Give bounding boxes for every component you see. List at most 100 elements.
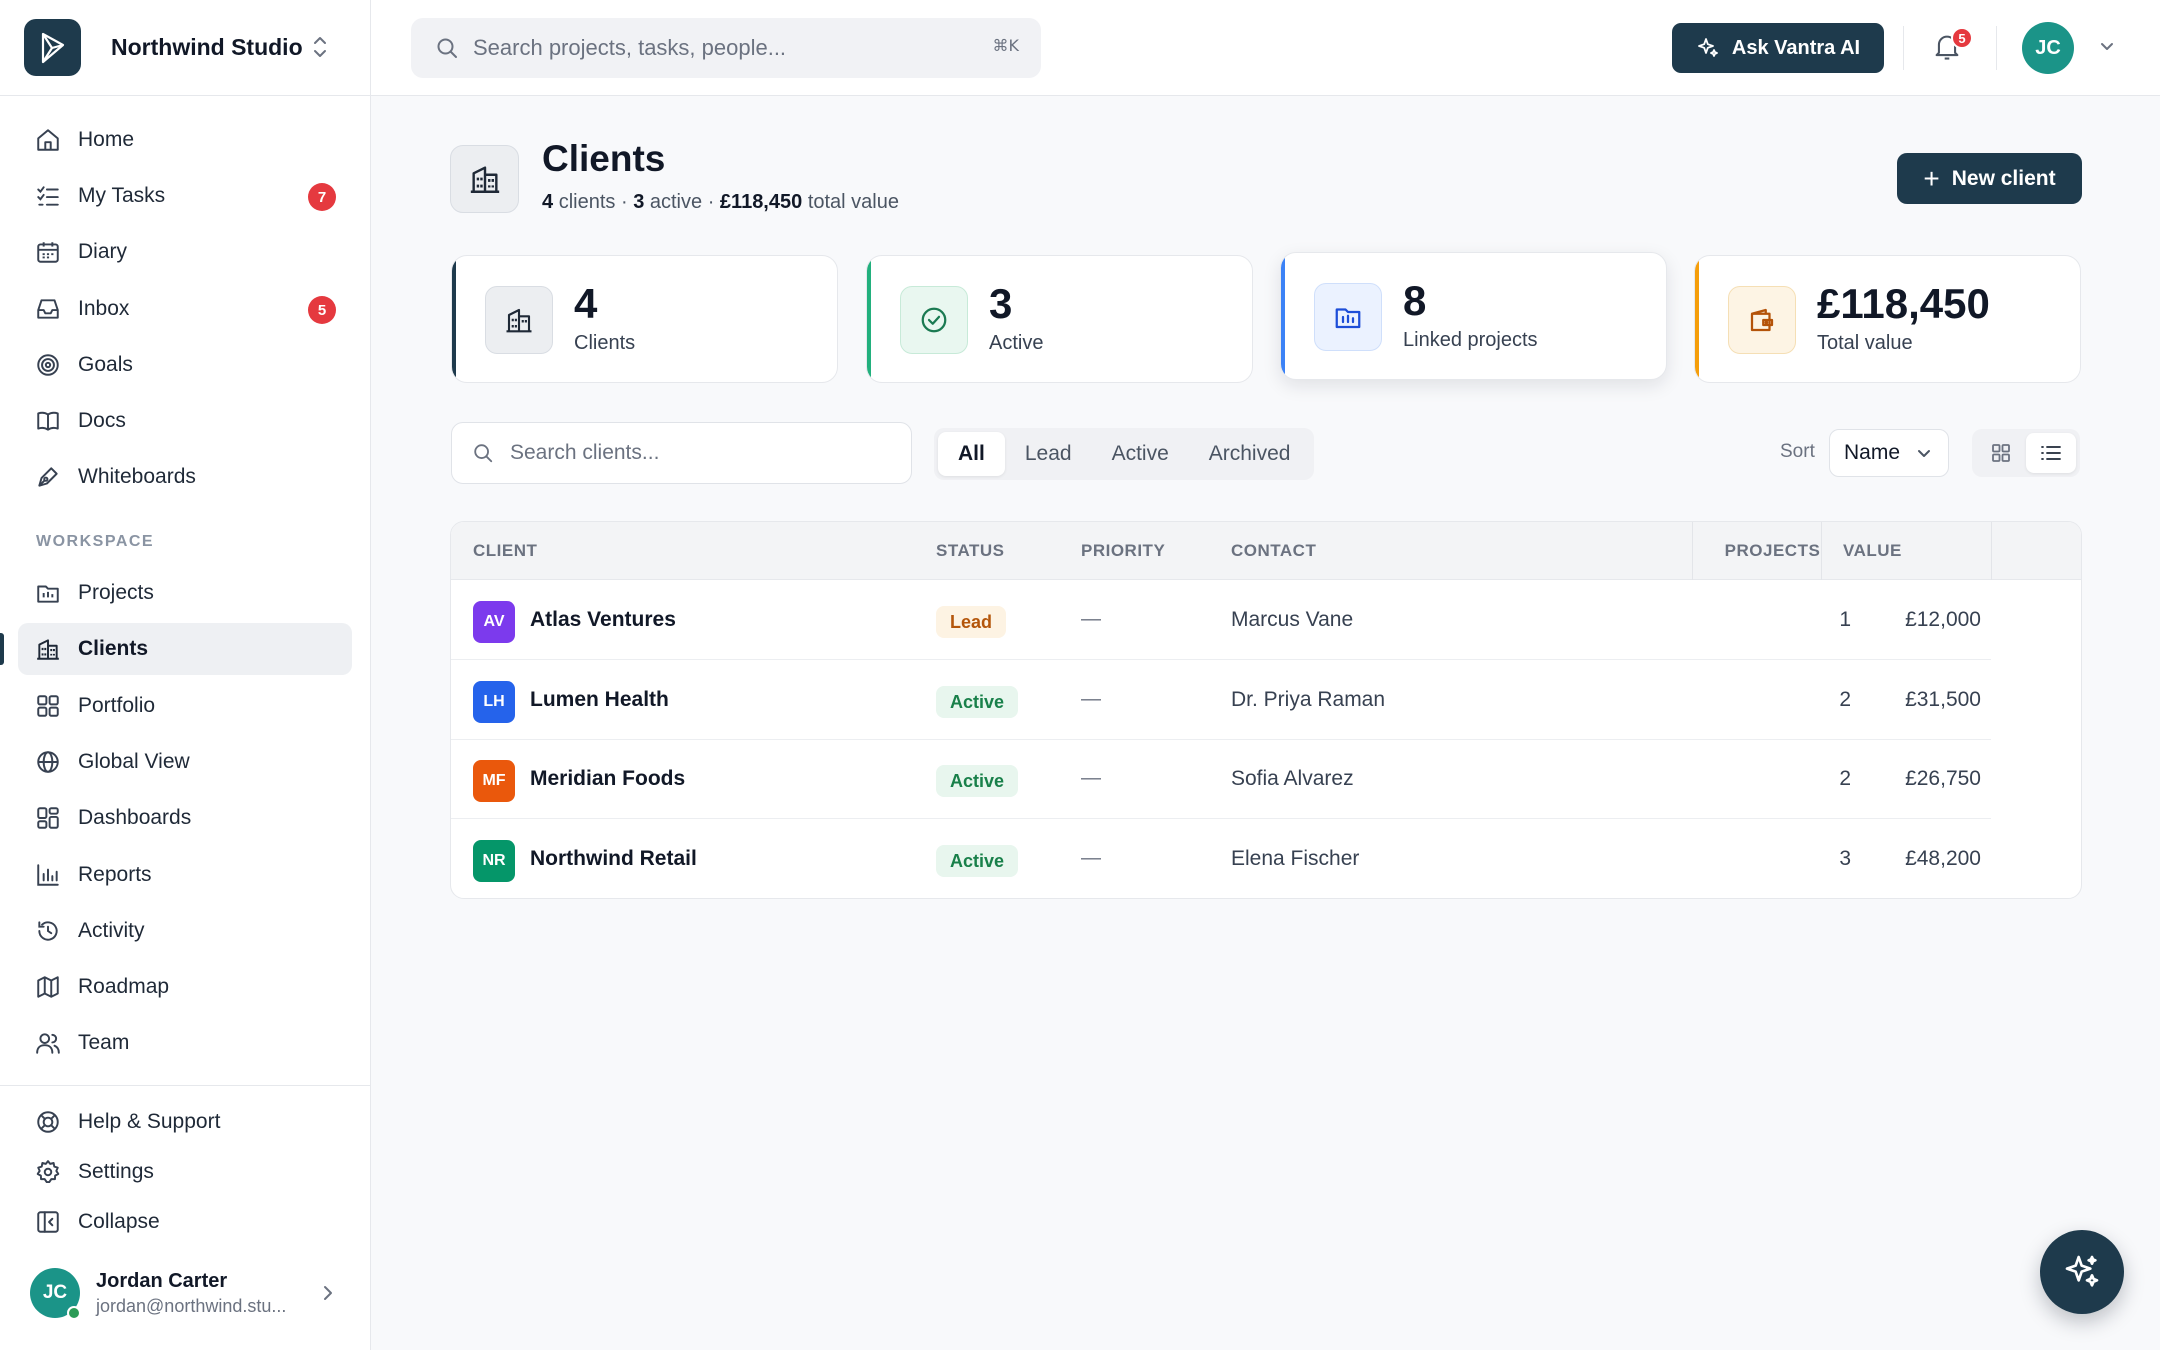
summary-value-word: total value bbox=[807, 191, 899, 213]
page-title: Clients bbox=[542, 138, 666, 179]
table-row[interactable]: MF Meridian Foods Active — Sofia Alvarez… bbox=[451, 739, 1991, 819]
global-search-input[interactable]: Search projects, tasks, people... ⌘K bbox=[411, 18, 1041, 78]
table-row[interactable]: NR Northwind Retail Active — Elena Fisch… bbox=[451, 819, 1991, 898]
contact-name: Sofia Alvarez bbox=[1231, 767, 1354, 790]
sidebar-item-label: Reports bbox=[78, 863, 152, 886]
client-avatar: NR bbox=[473, 840, 515, 882]
client-name[interactable]: Atlas Ventures bbox=[530, 608, 676, 632]
bar-chart-icon bbox=[34, 861, 62, 889]
grid-view-button[interactable] bbox=[1976, 433, 2026, 473]
client-search-input[interactable]: Search clients... bbox=[451, 422, 912, 484]
target-icon bbox=[34, 351, 62, 379]
new-client-button[interactable]: + New client bbox=[1897, 153, 2082, 204]
sidebar-item-portfolio[interactable]: Portfolio bbox=[18, 680, 352, 732]
building-icon bbox=[485, 286, 553, 354]
sidebar-item-label: Clients bbox=[78, 637, 149, 660]
column-header-projects[interactable]: PROJECTS bbox=[1694, 541, 1851, 561]
sort-select[interactable]: Name bbox=[1829, 429, 1949, 477]
online-status-dot bbox=[67, 1306, 81, 1320]
sidebar-item-help-support[interactable]: Help & Support bbox=[18, 1096, 352, 1148]
client-name[interactable]: Meridian Foods bbox=[530, 767, 685, 791]
sidebar-item-label: Global View bbox=[78, 750, 190, 773]
sidebar-item-my-tasks[interactable]: My Tasks 7 bbox=[18, 170, 352, 222]
building-icon bbox=[34, 635, 62, 663]
sidebar-item-home[interactable]: Home bbox=[18, 114, 352, 166]
sidebar-item-roadmap[interactable]: Roadmap bbox=[18, 961, 352, 1013]
sidebar-item-label: Team bbox=[78, 1031, 130, 1054]
filter-lead[interactable]: Lead bbox=[1005, 432, 1092, 476]
column-header-value[interactable]: VALUE bbox=[1843, 541, 1902, 561]
table-row[interactable]: AV Atlas Ventures Lead — Marcus Vane 1 £… bbox=[451, 580, 1991, 660]
chevron-down-icon bbox=[1918, 450, 1930, 457]
section-label-workspace: WORKSPACE bbox=[36, 533, 155, 550]
column-divider bbox=[1991, 522, 1992, 580]
sidebar-item-docs[interactable]: Docs bbox=[18, 395, 352, 447]
summary-active-count: 3 bbox=[633, 191, 645, 213]
list-icon bbox=[2041, 446, 2061, 460]
sort-value: Name bbox=[1844, 441, 1901, 464]
client-avatar: LH bbox=[473, 681, 515, 723]
client-name[interactable]: Lumen Health bbox=[530, 688, 669, 712]
search-placeholder: Search projects, tasks, people... bbox=[473, 35, 787, 60]
sidebar-item-label: Docs bbox=[78, 409, 126, 432]
sidebar-item-settings[interactable]: Settings bbox=[18, 1146, 352, 1198]
check-circle-icon bbox=[900, 286, 968, 354]
sidebar-item-global-view[interactable]: Global View bbox=[18, 736, 352, 788]
column-header-priority[interactable]: PRIORITY bbox=[1081, 541, 1165, 561]
sidebar-item-reports[interactable]: Reports bbox=[18, 849, 352, 901]
user-profile-card[interactable]: JC Jordan Carter jordan@northwind.stu... bbox=[30, 1266, 350, 1322]
users-icon bbox=[34, 1029, 62, 1057]
filter-all[interactable]: All bbox=[938, 432, 1005, 476]
sidebar-collapse-button[interactable]: Collapse bbox=[18, 1196, 352, 1248]
sidebar-item-projects[interactable]: Projects bbox=[18, 567, 352, 619]
sparkles-icon bbox=[2065, 1255, 2099, 1287]
list-view-button[interactable] bbox=[2026, 433, 2076, 473]
task-count-badge: 7 bbox=[308, 183, 336, 211]
sidebar-item-clients[interactable]: Clients bbox=[18, 623, 352, 675]
client-value: £26,750 bbox=[1905, 767, 1981, 790]
column-header-contact[interactable]: CONTACT bbox=[1231, 541, 1316, 561]
new-client-label: New client bbox=[1951, 166, 2056, 190]
filter-active[interactable]: Active bbox=[1092, 432, 1189, 476]
notification-count-badge: 5 bbox=[1951, 27, 1973, 49]
workspace-switcher[interactable]: Northwind Studio bbox=[0, 0, 370, 96]
sidebar-item-diary[interactable]: Diary bbox=[18, 226, 352, 278]
workspace-logo bbox=[24, 19, 81, 76]
stat-value: 4 bbox=[574, 280, 598, 327]
sidebar-item-whiteboards[interactable]: Whiteboards bbox=[18, 451, 352, 503]
stat-label: Clients bbox=[574, 332, 636, 354]
sidebar-item-goals[interactable]: Goals bbox=[18, 339, 352, 391]
sidebar-item-label: Portfolio bbox=[78, 694, 156, 717]
contact-name: Dr. Priya Raman bbox=[1231, 688, 1386, 711]
status-badge: Active bbox=[936, 765, 1019, 797]
table-row[interactable]: LH Lumen Health Active — Dr. Priya Raman… bbox=[451, 660, 1991, 740]
user-email: jordan@northwind.stu... bbox=[96, 1296, 287, 1316]
book-icon bbox=[34, 407, 62, 435]
status-badge: Active bbox=[936, 686, 1019, 718]
chevron-down-icon[interactable] bbox=[2098, 38, 2116, 56]
column-header-client[interactable]: CLIENT bbox=[473, 541, 537, 561]
sidebar-item-dashboards[interactable]: Dashboards bbox=[18, 792, 352, 844]
client-name[interactable]: Northwind Retail bbox=[530, 847, 697, 871]
column-header-status[interactable]: STATUS bbox=[936, 541, 1004, 561]
stat-card-linked-projects: 8 Linked projects bbox=[1280, 252, 1667, 380]
status-badge: Active bbox=[936, 845, 1019, 877]
sidebar-item-label: Home bbox=[78, 128, 135, 151]
page-icon bbox=[450, 145, 519, 213]
wallet-icon bbox=[1728, 286, 1796, 354]
sidebar-item-inbox[interactable]: Inbox 5 bbox=[18, 283, 352, 335]
ask-ai-button[interactable]: Ask Vantra AI bbox=[1672, 23, 1884, 73]
priority-value: — bbox=[1081, 608, 1101, 630]
sidebar-item-team[interactable]: Team bbox=[18, 1017, 352, 1069]
stat-accent-bar bbox=[452, 256, 456, 382]
filter-archived[interactable]: Archived bbox=[1189, 432, 1311, 476]
projects-count: 2 bbox=[1839, 688, 1851, 711]
ai-assistant-fab[interactable] bbox=[2040, 1230, 2124, 1314]
search-icon bbox=[474, 444, 493, 463]
priority-value: — bbox=[1081, 847, 1101, 869]
user-avatar-button[interactable]: JC bbox=[2022, 22, 2074, 74]
sidebar-item-label: My Tasks bbox=[78, 184, 166, 207]
sidebar-item-activity[interactable]: Activity bbox=[18, 905, 352, 957]
divider bbox=[1996, 26, 1997, 70]
dashboard-icon bbox=[34, 804, 62, 832]
